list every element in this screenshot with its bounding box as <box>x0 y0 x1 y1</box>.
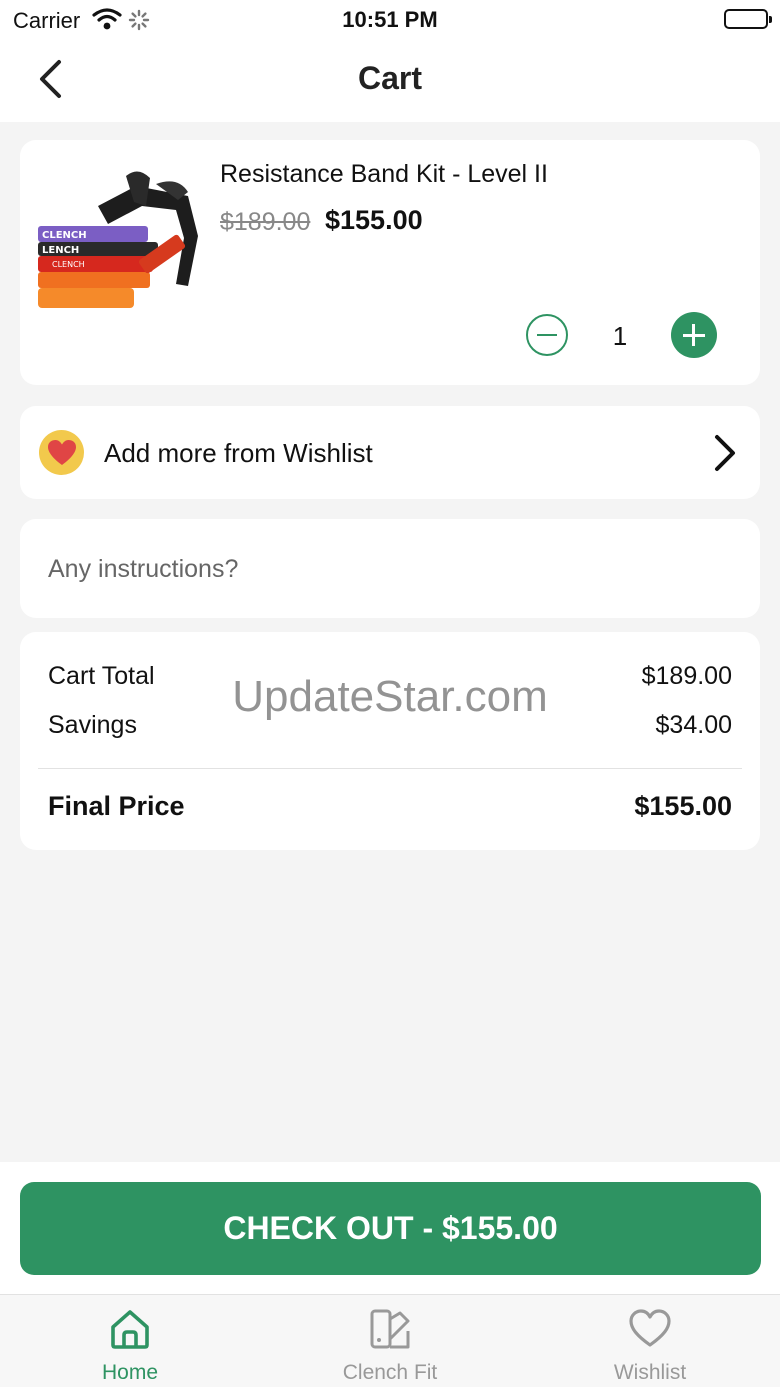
tab-clench-fit[interactable]: Clench Fit <box>260 1295 520 1387</box>
status-time: 10:51 PM <box>342 7 438 32</box>
svg-text:CLENCH: CLENCH <box>52 260 85 269</box>
tab-home-label: Home <box>101 1361 159 1384</box>
savings-label: Savings <box>48 711 137 739</box>
sale-price: $155.00 <box>325 205 423 235</box>
clench-fit-icon <box>368 1307 412 1351</box>
tab-clench-fit-label: Clench Fit <box>342 1361 438 1384</box>
svg-text:CLENCH: CLENCH <box>42 230 87 241</box>
battery-icon <box>724 9 772 29</box>
product-name[interactable]: Resistance Band Kit - Level II <box>220 160 548 189</box>
tab-wishlist-label: Wishlist <box>613 1361 687 1384</box>
instructions-input[interactable] <box>48 549 738 589</box>
svg-text:LENCH: LENCH <box>42 245 79 256</box>
instructions-card <box>20 519 760 618</box>
add-from-wishlist-row[interactable]: Add more from Wishlist <box>20 406 760 499</box>
final-price-value: $155.00 <box>634 791 732 821</box>
status-bar: Carrier 10:51 PM <box>0 0 780 40</box>
summary-divider <box>38 768 742 769</box>
nav-bar: Cart <box>0 40 780 122</box>
checkout-button[interactable]: CHECK OUT - $155.00 <box>20 1182 761 1275</box>
checkout-area: CHECK OUT - $155.00 <box>0 1162 780 1294</box>
final-price-label: Final Price <box>48 791 185 821</box>
quantity-value: 1 <box>612 321 628 351</box>
tab-home[interactable]: Home <box>0 1295 260 1387</box>
add-from-wishlist-label: Add more from Wishlist <box>104 438 373 468</box>
home-icon <box>108 1307 152 1351</box>
page-title: Cart <box>357 60 422 96</box>
heart-badge-icon <box>39 430 84 475</box>
tab-bar: Home Clench Fit Wishlist <box>0 1294 780 1387</box>
increase-quantity-button[interactable] <box>671 312 717 358</box>
decrease-quantity-button[interactable] <box>526 314 568 356</box>
cart-total-value: $189.00 <box>641 662 732 690</box>
cart-item-card: CLENCH LENCH CLENCH Resistance Band Kit … <box>20 140 760 385</box>
price-summary-card: UpdateStar.com Cart Total $189.00 Saving… <box>20 632 760 850</box>
chevron-right-icon <box>712 433 738 478</box>
original-price: $189.00 <box>220 208 311 236</box>
product-image[interactable]: CLENCH LENCH CLENCH <box>38 166 202 316</box>
heart-icon <box>628 1307 672 1351</box>
savings-value: $34.00 <box>655 711 732 739</box>
cart-total-label: Cart Total <box>48 662 155 690</box>
tab-wishlist[interactable]: Wishlist <box>520 1295 780 1387</box>
